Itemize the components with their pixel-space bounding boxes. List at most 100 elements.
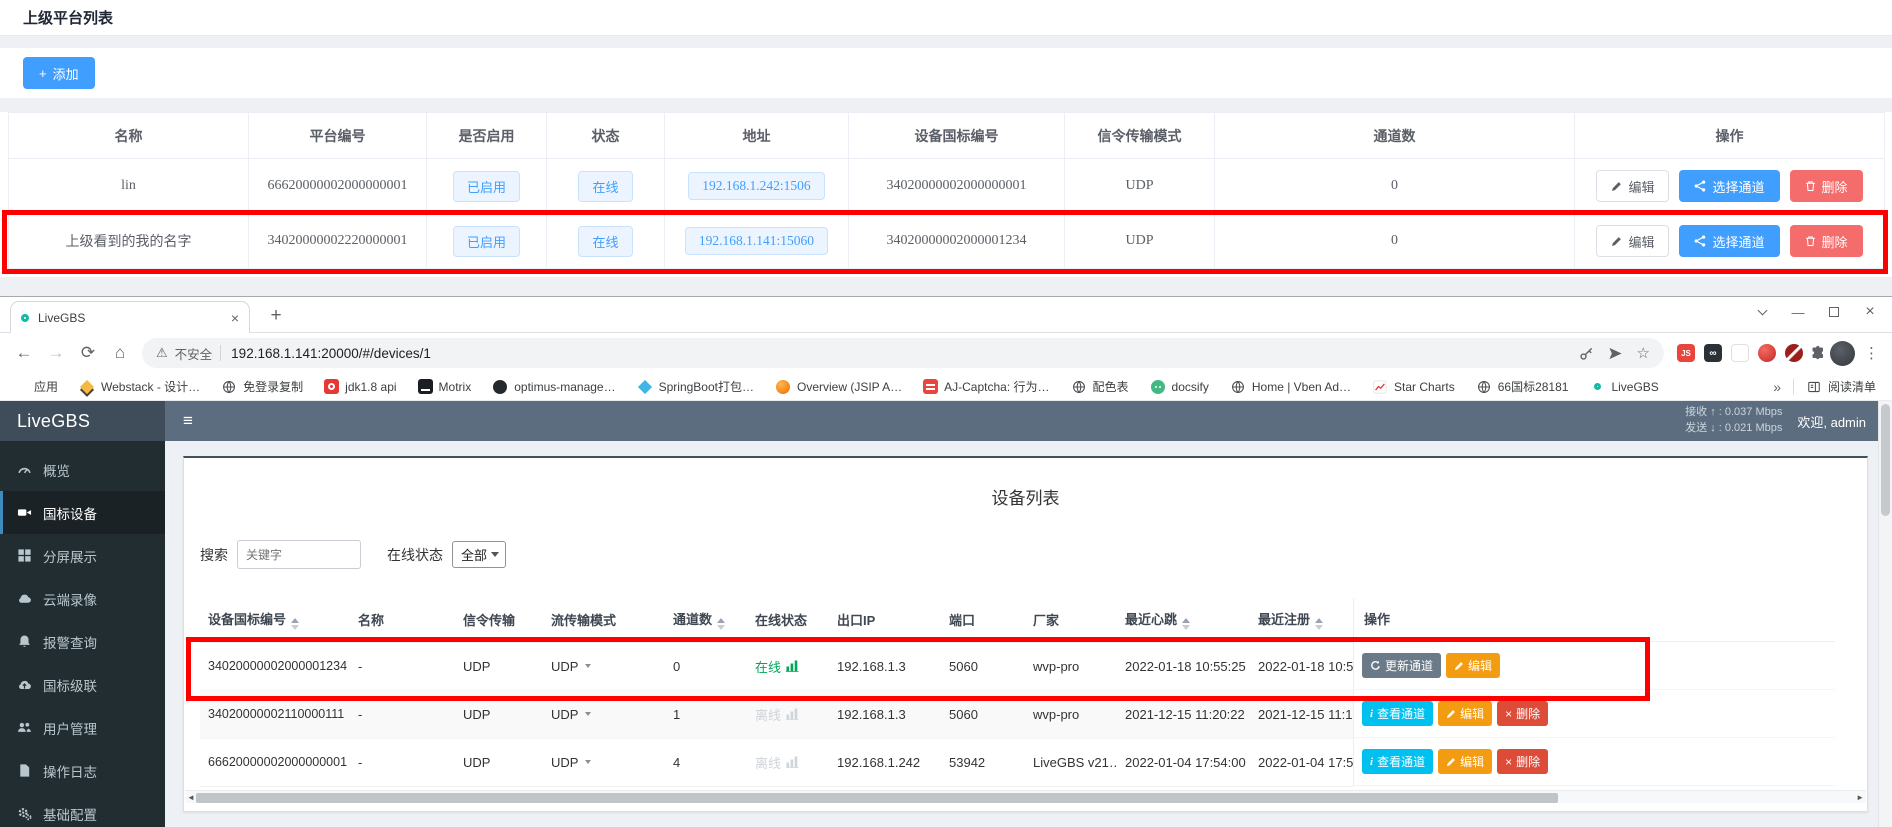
forward-icon[interactable]: → <box>40 337 72 369</box>
add-button[interactable]: + 添加 <box>23 57 95 89</box>
update-channels-button[interactable]: 更新通道 <box>1362 653 1441 678</box>
bookmarks-bar: 应用 Webstack - 设计… 免登录复制 jdk1.8 api Motri… <box>0 373 1892 401</box>
send-to-device-icon[interactable] <box>1608 346 1623 361</box>
cell-platform-id: 34020000002220000001 <box>249 214 427 269</box>
profile-avatar[interactable] <box>1830 341 1855 366</box>
edit-button[interactable]: 编辑 <box>1446 653 1500 678</box>
search-input[interactable] <box>237 540 361 569</box>
bookmark-vben[interactable]: Home | Vben Ad… <box>1230 379 1351 395</box>
x-icon: × <box>1505 707 1512 721</box>
browser-tab-livegbs[interactable]: LiveGBS × <box>10 301 250 333</box>
bookmark-copy[interactable]: 免登录复制 <box>221 378 303 395</box>
bandwidth-chart-icon[interactable] <box>786 660 799 672</box>
select-channel-button[interactable]: 选择通道 <box>1679 170 1779 202</box>
delete-button[interactable]: ×删除 <box>1497 749 1548 774</box>
online-status-select[interactable]: 全部 <box>452 541 506 568</box>
edit-button[interactable]: 编辑 <box>1596 170 1669 202</box>
sort-icon[interactable] <box>1315 618 1323 630</box>
bookmark-springboot[interactable]: SpringBoot打包… <box>637 378 754 395</box>
extension-js-icon[interactable]: JS <box>1677 344 1695 362</box>
browser-menu-icon[interactable]: ⋮ <box>1864 344 1879 362</box>
vertical-scrollbar[interactable] <box>1878 401 1892 827</box>
sidebar-item-basic-config[interactable]: 基础配置 <box>0 792 165 827</box>
hamburger-menu-icon[interactable]: ≡ <box>165 411 211 431</box>
users-icon <box>17 720 32 735</box>
sort-icon[interactable] <box>1182 618 1190 630</box>
extension-red-ball-icon[interactable] <box>1758 344 1776 362</box>
close-icon[interactable]: × <box>1852 297 1888 327</box>
cell-vendor: LiveGBS v21… <box>1025 738 1117 786</box>
bookmark-docsify[interactable]: docsify <box>1150 379 1209 395</box>
bookmarks-overflow-chevron[interactable]: » <box>1773 379 1781 395</box>
extension-infinity-icon[interactable]: ∞ <box>1704 344 1722 362</box>
password-key-icon[interactable] <box>1579 346 1594 361</box>
bookmark-optimus[interactable]: optimus-manage… <box>492 379 615 395</box>
col-actions: 操作 <box>1575 113 1885 159</box>
grid-icon <box>17 548 32 563</box>
col-heartbeat[interactable]: 最近心跳 <box>1117 598 1250 642</box>
stream-mode-select[interactable]: UDP <box>551 659 665 674</box>
edit-button[interactable]: 编辑 <box>1596 225 1669 257</box>
col-channels[interactable]: 通道数 <box>665 598 747 642</box>
cloud-icon <box>17 591 32 606</box>
address-bar[interactable]: ⚠ 不安全 192.168.1.141:20000/#/devices/1 ☆ <box>142 338 1664 368</box>
platform-table: 名称 平台编号 是否启用 状态 地址 设备国标编号 信令传输模式 通道数 操作 … <box>0 112 1892 277</box>
extension-blocker-icon[interactable] <box>1785 344 1803 362</box>
bookmark-jdk-api[interactable]: jdk1.8 api <box>324 379 396 394</box>
sidebar-item-operation-log[interactable]: 操作日志 <box>0 749 165 792</box>
extension-grid-icon[interactable] <box>1731 344 1749 362</box>
extensions-puzzle-icon[interactable] <box>1810 345 1826 361</box>
bookmark-gb28181[interactable]: 66国标28181 <box>1476 378 1569 395</box>
scrollbar-thumb[interactable] <box>196 793 1558 803</box>
back-icon[interactable]: ← <box>8 337 40 369</box>
chevron-down-icon <box>585 664 591 668</box>
minimize-icon[interactable]: — <box>1780 297 1816 327</box>
sidebar-item-alarm-query[interactable]: 报警查询 <box>0 620 165 663</box>
bookmark-overview-jsip[interactable]: Overview (JSIP A… <box>775 379 902 395</box>
scroll-left-icon[interactable]: ◄ <box>187 793 195 802</box>
view-channels-button[interactable]: i查看通道 <box>1362 701 1433 726</box>
bandwidth-chart-icon[interactable] <box>786 708 799 720</box>
bookmark-webstack[interactable]: Webstack - 设计… <box>79 378 200 395</box>
bookmark-livegbs[interactable]: LiveGBS <box>1589 379 1658 395</box>
welcome-user-menu[interactable]: 欢迎, admin <box>1797 412 1866 431</box>
bookmark-apps[interactable]: 应用 <box>12 378 58 395</box>
col-device-gb-id[interactable]: 设备国标编号 <box>200 598 350 642</box>
maximize-icon[interactable] <box>1816 297 1852 327</box>
sidebar-item-gb-cascade[interactable]: 国标级联 <box>0 663 165 706</box>
scrollbar-thumb[interactable] <box>1881 404 1890 516</box>
home-icon[interactable]: ⌂ <box>104 337 136 369</box>
sidebar-item-cloud-record[interactable]: 云端录像 <box>0 577 165 620</box>
delete-button[interactable]: 删除 <box>1790 170 1863 202</box>
horizontal-scrollbar[interactable]: ◄ ► <box>185 790 1866 803</box>
sidebar-item-user-management[interactable]: 用户管理 <box>0 706 165 749</box>
window-menu-chevron-icon[interactable] <box>1744 297 1780 327</box>
tab-close-icon[interactable]: × <box>231 310 239 326</box>
bandwidth-chart-icon[interactable] <box>786 756 799 768</box>
reading-list-button[interactable]: 阅读清单 <box>1806 378 1876 395</box>
sidebar-item-split-screen[interactable]: 分屏展示 <box>0 534 165 577</box>
sidebar-item-gb-devices[interactable]: 国标设备 <box>0 491 165 534</box>
bookmark-motrix[interactable]: Motrix <box>418 379 472 394</box>
cell-platform-id: 66620000002000000001 <box>249 159 427 214</box>
scroll-right-icon[interactable]: ► <box>1856 793 1864 802</box>
delete-button[interactable]: 删除 <box>1790 225 1863 257</box>
sort-icon[interactable] <box>291 618 299 630</box>
view-channels-button[interactable]: i查看通道 <box>1362 749 1433 774</box>
sidebar-item-overview[interactable]: 概览 <box>0 448 165 491</box>
edit-button[interactable]: 编辑 <box>1438 701 1492 726</box>
bookmark-palette[interactable]: 配色表 <box>1071 378 1129 395</box>
select-channel-button[interactable]: 选择通道 <box>1679 225 1779 257</box>
bookmark-starcharts[interactable]: Star Charts <box>1372 379 1455 395</box>
reload-icon[interactable]: ⟳ <box>72 337 104 369</box>
stream-mode-select[interactable]: UDP <box>551 755 665 770</box>
brand-logo[interactable]: LiveGBS <box>0 401 165 441</box>
bookmark-star-icon[interactable]: ☆ <box>1637 344 1650 362</box>
bookmark-ajcaptcha[interactable]: AJ-Captcha: 行为… <box>923 378 1049 395</box>
edit-button[interactable]: 编辑 <box>1438 749 1492 774</box>
sort-icon[interactable] <box>717 618 725 630</box>
new-tab-button[interactable]: + <box>262 302 290 330</box>
delete-button[interactable]: ×删除 <box>1497 701 1548 726</box>
stream-mode-select[interactable]: UDP <box>551 707 665 722</box>
cell-port: 5060 <box>941 642 1025 690</box>
